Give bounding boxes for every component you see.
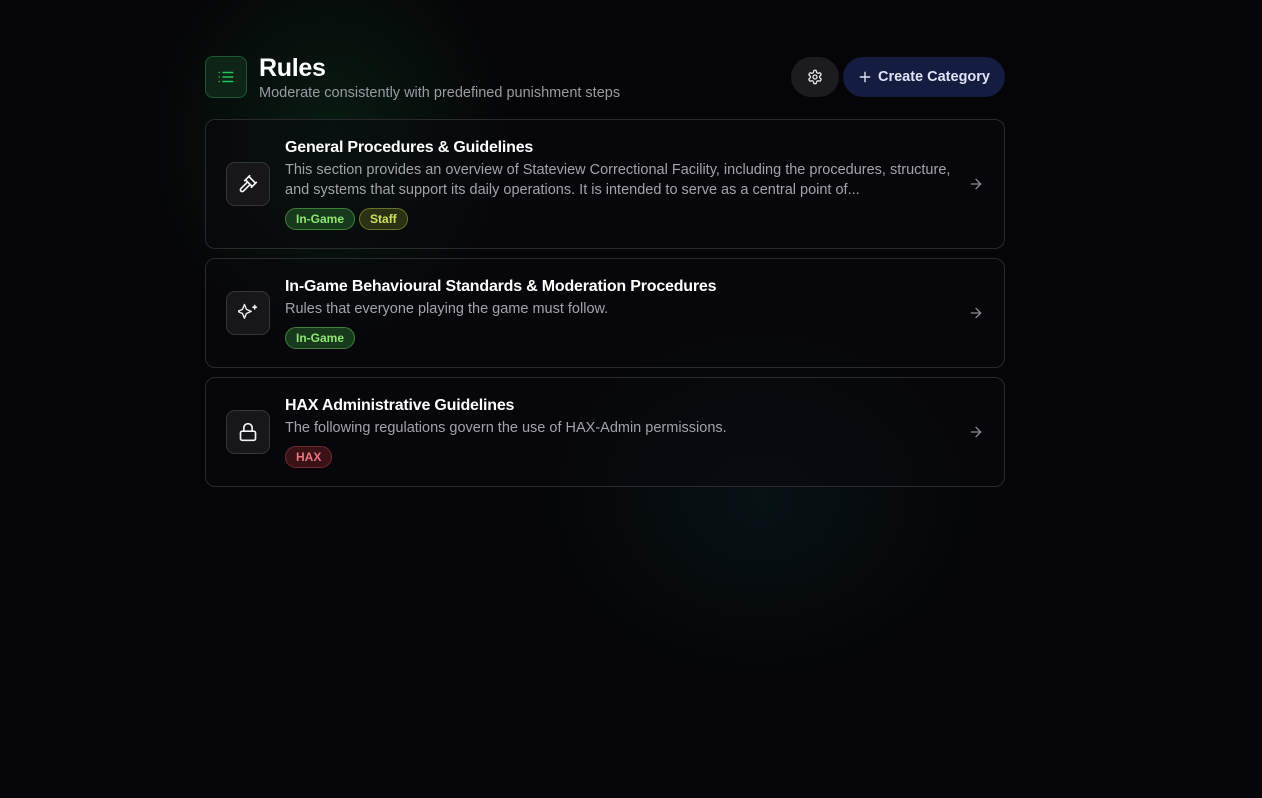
settings-button[interactable] bbox=[791, 57, 839, 97]
create-category-button[interactable]: Create Category bbox=[843, 57, 1005, 97]
page-subtitle: Moderate consistently with predefined pu… bbox=[259, 85, 621, 101]
tag-list: In-Game bbox=[285, 327, 955, 349]
tag-list: HAX bbox=[285, 446, 955, 468]
tag-hax: HAX bbox=[285, 446, 333, 468]
tag-in-game: In-Game bbox=[285, 208, 356, 230]
card-body: General Procedures & Guidelines This sec… bbox=[285, 138, 955, 230]
rules-page: Rules Moderate consistently with predefi… bbox=[205, 54, 1005, 496]
card-description: Rules that everyone playing the game mus… bbox=[285, 301, 609, 317]
card-description: This section provides an overview of Sta… bbox=[285, 162, 951, 198]
card-title: HAX Administrative Guidelines bbox=[285, 397, 515, 414]
tag-list: In-Game Staff bbox=[285, 208, 955, 230]
page-header: Rules Moderate consistently with predefi… bbox=[205, 54, 1005, 119]
list-icon bbox=[205, 56, 247, 98]
category-card-in-game-behavioural[interactable]: In-Game Behavioural Standards & Moderati… bbox=[205, 258, 1005, 368]
category-card-general-procedures[interactable]: General Procedures & Guidelines This sec… bbox=[205, 119, 1005, 249]
card-title: General Procedures & Guidelines bbox=[285, 139, 534, 156]
plus-icon bbox=[858, 70, 872, 84]
category-card-hax-administrative[interactable]: HAX Administrative Guidelines The follow… bbox=[205, 377, 1005, 487]
card-title: In-Game Behavioural Standards & Moderati… bbox=[285, 278, 717, 295]
tag-staff: Staff bbox=[359, 208, 408, 230]
card-body: HAX Administrative Guidelines The follow… bbox=[285, 396, 955, 468]
sparkles-icon bbox=[226, 291, 270, 335]
page-title: Rules bbox=[259, 54, 326, 82]
arrow-right-icon bbox=[968, 424, 984, 440]
gear-icon bbox=[807, 69, 823, 85]
gavel-icon bbox=[226, 162, 270, 206]
lock-icon bbox=[226, 410, 270, 454]
card-body: In-Game Behavioural Standards & Moderati… bbox=[285, 277, 955, 349]
arrow-right-icon bbox=[968, 176, 984, 192]
create-category-label: Create Category bbox=[877, 69, 990, 85]
card-description: The following regulations govern the use… bbox=[285, 420, 727, 436]
tag-in-game: In-Game bbox=[285, 327, 356, 349]
arrow-right-icon bbox=[968, 305, 984, 321]
